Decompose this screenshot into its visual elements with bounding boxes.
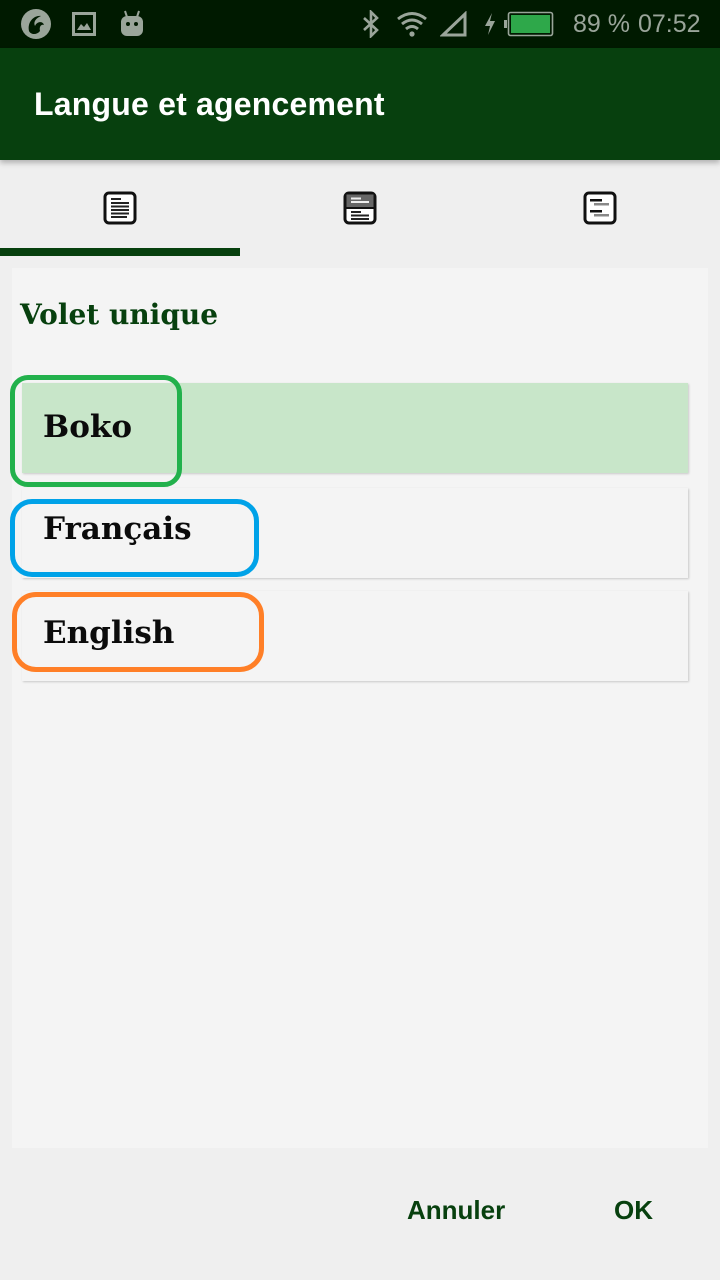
- page-title: Langue et agencement: [34, 86, 385, 122]
- interlinear-icon: [583, 191, 617, 230]
- tab-two-pane[interactable]: [240, 160, 480, 256]
- layout-panel: Volet unique Boko Français English: [12, 268, 708, 1148]
- cancel-button[interactable]: Annuler: [407, 1180, 505, 1240]
- android-icon: [118, 0, 146, 48]
- charging-icon: [482, 0, 498, 48]
- tab-interlinear[interactable]: [480, 160, 720, 256]
- language-item-boko[interactable]: Boko: [22, 383, 688, 473]
- app-logo-icon: [18, 0, 54, 48]
- language-label: Français: [43, 511, 192, 547]
- section-title: Volet unique: [20, 298, 219, 331]
- language-label: Boko: [43, 409, 133, 445]
- battery-percent: 89 %: [573, 10, 630, 38]
- battery-icon: [504, 0, 554, 48]
- cell-signal-icon: [440, 0, 468, 48]
- wifi-icon: [396, 0, 428, 48]
- language-item-francais[interactable]: Français: [22, 488, 688, 578]
- app-bar: Langue et agencement: [0, 48, 720, 160]
- selected-tab-indicator: [0, 248, 240, 256]
- layout-tabs: [0, 160, 720, 256]
- bluetooth-icon: [358, 0, 384, 48]
- two-pane-icon: [343, 191, 377, 230]
- language-label: English: [43, 615, 175, 651]
- single-pane-icon: [103, 191, 137, 230]
- tab-single-pane[interactable]: [0, 160, 240, 256]
- language-item-english[interactable]: English: [22, 591, 688, 681]
- image-icon: [72, 0, 96, 48]
- status-bar: 89 % 07:52: [0, 0, 720, 48]
- ok-button[interactable]: OK: [614, 1180, 653, 1240]
- clock: 07:52: [638, 10, 701, 38]
